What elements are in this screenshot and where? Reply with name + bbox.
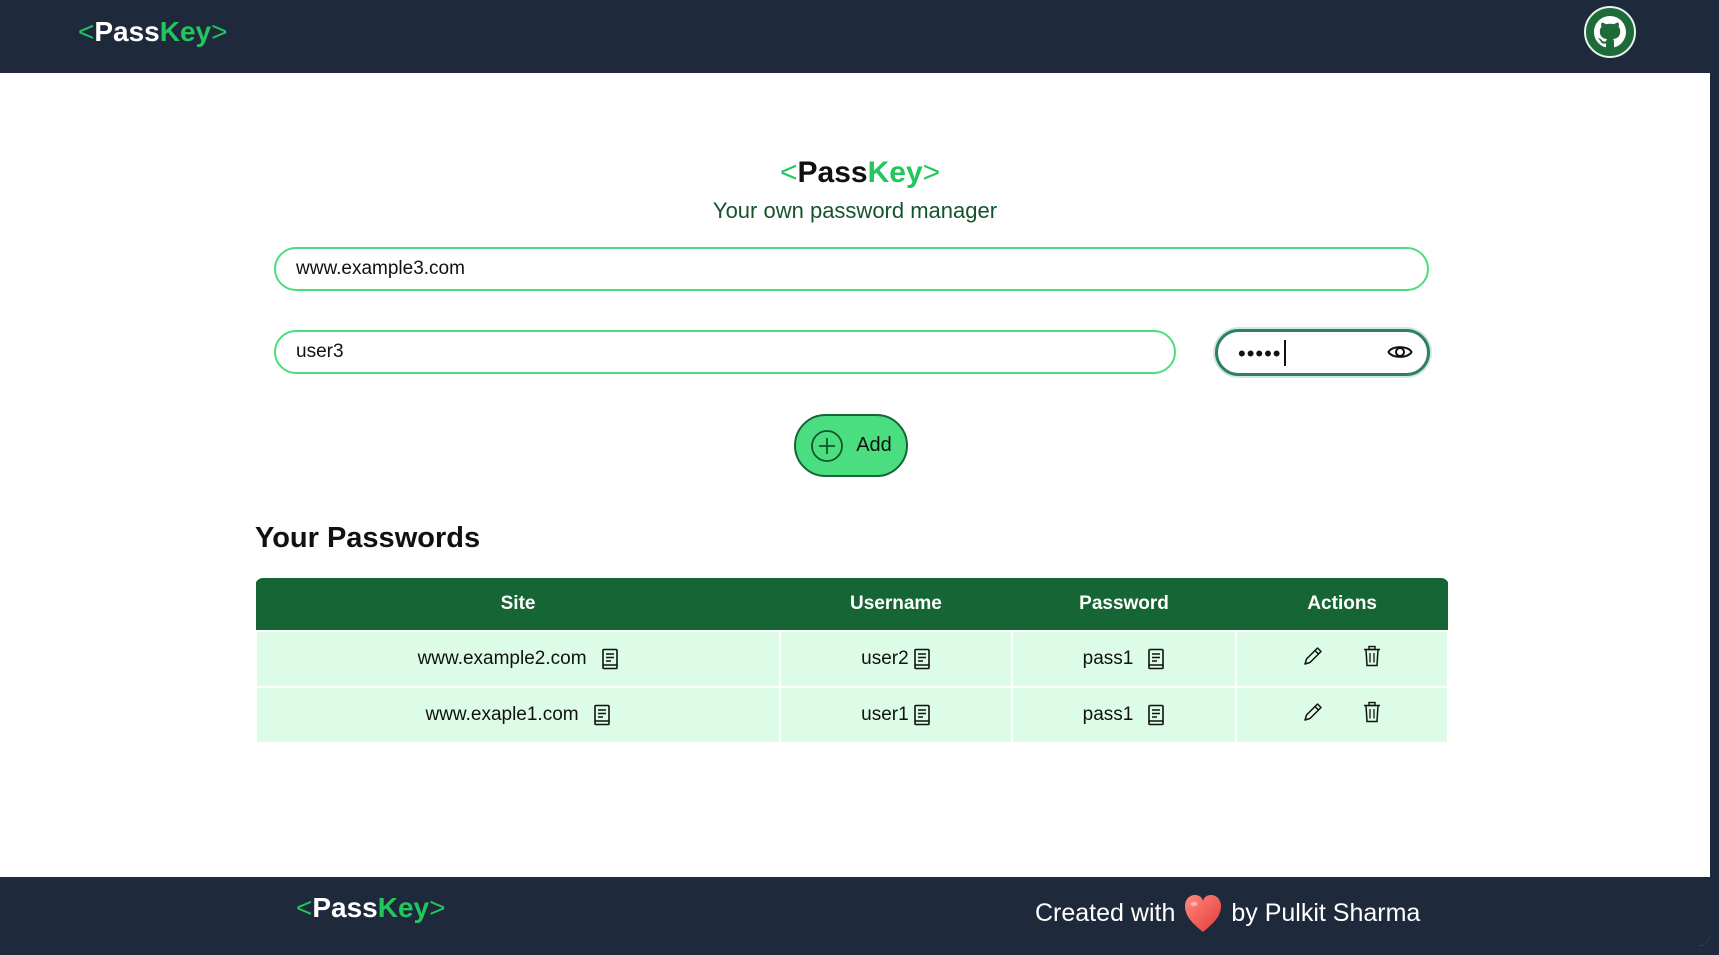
logo-pass: Pass — [312, 892, 378, 923]
username-text: user2 — [861, 648, 909, 669]
site-cell: www.exaple1.com — [255, 686, 782, 744]
site-input[interactable] — [274, 247, 1429, 291]
password-text: pass1 — [1082, 648, 1134, 669]
copy-icon[interactable] — [913, 704, 931, 726]
logo-bracket-close: > — [429, 892, 446, 923]
table-row: www.example2.com user2 pass1 — [255, 630, 1449, 688]
created-with-text: Created with — [1035, 898, 1176, 927]
add-button-label: Add — [856, 434, 892, 456]
footer: <PassKey> Created with by Pulkit Sharma — [0, 877, 1710, 946]
heart-icon — [1185, 895, 1222, 932]
delete-button[interactable] — [1362, 701, 1382, 723]
password-masked-value: ••••• — [1238, 340, 1286, 367]
logo-pass: Pass — [797, 156, 868, 189]
footer-logo: <PassKey> — [296, 892, 446, 924]
logo-bracket-close: > — [922, 156, 941, 189]
pencil-icon — [1304, 647, 1322, 665]
github-button[interactable] — [1584, 6, 1636, 58]
footer-credit: Created with by Pulkit Sharma — [1035, 892, 1420, 934]
table-row: www.exaple1.com user1 pass1 — [255, 686, 1449, 744]
nav-logo[interactable]: <PassKey> — [78, 16, 228, 48]
navbar: <PassKey> — [0, 0, 1710, 73]
logo-bracket-open: < — [78, 16, 95, 47]
actions-cell — [1235, 686, 1449, 744]
eye-icon — [1387, 346, 1413, 358]
site-link[interactable]: www.exaple1.com — [425, 704, 578, 726]
author-text: by Pulkit Sharma — [1231, 898, 1421, 927]
trash-icon — [1364, 645, 1381, 667]
column-header-password: Password — [1079, 593, 1169, 614]
logo-key: Key — [159, 16, 212, 47]
logo-bracket-close: > — [211, 16, 228, 47]
password-input[interactable]: ••••• — [1215, 329, 1430, 376]
copy-icon[interactable] — [601, 648, 619, 670]
delete-button[interactable] — [1362, 645, 1382, 667]
copy-icon[interactable] — [1147, 648, 1165, 670]
logo-key: Key — [377, 892, 430, 923]
add-button[interactable]: Add — [794, 414, 908, 477]
table-header-row: Site Username Password Actions — [256, 578, 1448, 631]
edit-button[interactable] — [1302, 701, 1324, 723]
copy-icon[interactable] — [913, 648, 931, 670]
page-subtitle: Your own password manager — [712, 198, 998, 223]
edit-button[interactable] — [1302, 645, 1324, 667]
show-password-toggle[interactable] — [1387, 342, 1413, 367]
passwords-heading: Your Passwords — [255, 522, 481, 554]
password-cell: pass1 — [1010, 630, 1238, 688]
logo-key: Key — [867, 156, 923, 189]
column-header-actions: Actions — [1307, 593, 1378, 614]
logo-pass: Pass — [94, 16, 160, 47]
page-logo: <PassKey> — [780, 156, 940, 190]
logo-bracket-open: < — [296, 892, 313, 923]
site-cell: www.example2.com — [255, 630, 782, 688]
site-link[interactable]: www.example2.com — [418, 648, 587, 670]
app-window: <PassKey> <PassKey> Your own password ma… — [0, 0, 1710, 946]
github-icon — [1594, 16, 1626, 48]
text-caret — [1283, 340, 1286, 366]
username-cell: user1 — [779, 686, 1013, 744]
username-cell: user2 — [779, 630, 1013, 688]
pencil-icon — [1304, 703, 1322, 721]
copy-icon[interactable] — [1147, 704, 1165, 726]
logo-bracket-open: < — [780, 156, 798, 189]
password-text: pass1 — [1082, 704, 1134, 725]
actions-cell — [1235, 630, 1449, 688]
username-input[interactable] — [274, 330, 1176, 374]
trash-icon — [1364, 701, 1381, 723]
plus-circle-icon — [811, 429, 844, 462]
passwords-table: Site Username Password Actions www.examp… — [255, 578, 1449, 744]
password-cell: pass1 — [1010, 686, 1238, 744]
column-header-site: Site — [500, 593, 536, 614]
username-text: user1 — [861, 704, 909, 725]
column-header-username: Username — [849, 593, 942, 614]
copy-icon[interactable] — [593, 704, 611, 726]
